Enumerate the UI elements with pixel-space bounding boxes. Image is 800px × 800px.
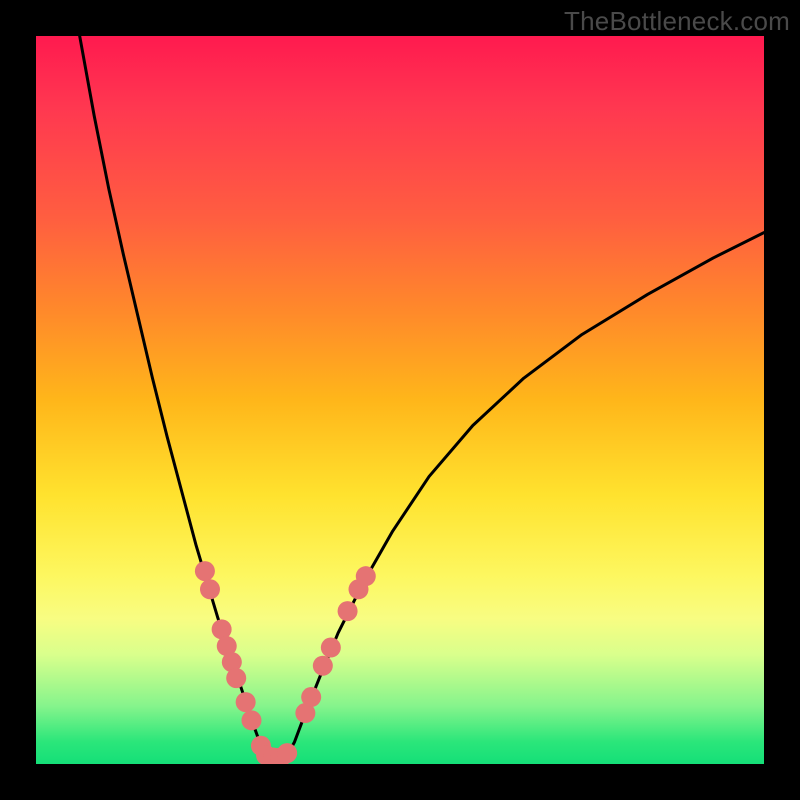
curve-right-curve — [287, 233, 764, 756]
scatter-point — [338, 601, 358, 621]
curve-layer — [80, 36, 764, 755]
curve-left-curve — [80, 36, 266, 755]
chart-frame: TheBottleneck.com — [0, 0, 800, 800]
scatter-point — [200, 579, 220, 599]
scatter-point — [356, 566, 376, 586]
watermark-text: TheBottleneck.com — [564, 6, 790, 37]
scatter-point — [226, 668, 246, 688]
scatter-point — [236, 692, 256, 712]
scatter-point — [195, 561, 215, 581]
scatter-point — [277, 743, 297, 763]
chart-overlay — [36, 36, 764, 764]
scatter-point — [321, 638, 341, 658]
scatter-point — [313, 656, 333, 676]
scatter-layer — [195, 561, 376, 764]
chart-plot-area — [36, 36, 764, 764]
scatter-point — [301, 687, 321, 707]
scatter-point — [241, 710, 261, 730]
